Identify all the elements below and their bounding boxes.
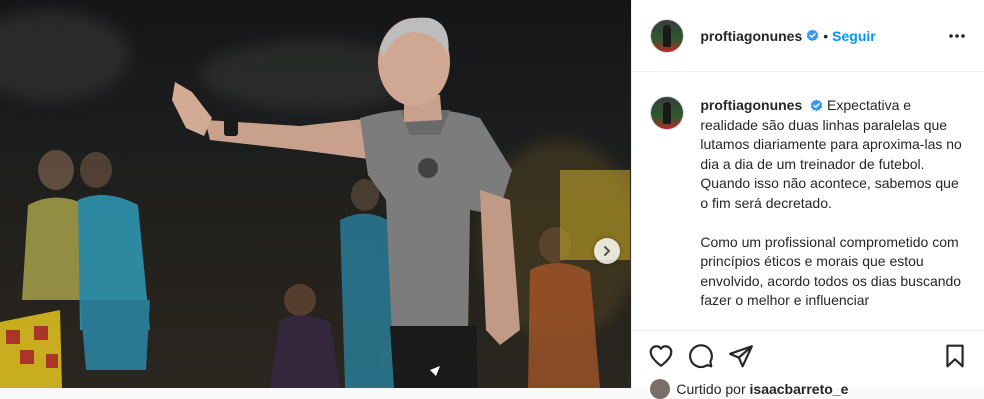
carousel-next-button[interactable] [594, 238, 620, 264]
caption-avatar[interactable] [650, 96, 685, 130]
caption-username-link[interactable]: proftiagonunes [700, 97, 802, 113]
verified-badge-icon [810, 99, 823, 112]
post-modal: proftiagonunes • Seguir proftiagonunes E… [0, 0, 984, 399]
username-link[interactable]: proftiagonunes [700, 28, 802, 44]
photo-scene [0, 17, 630, 388]
caption-paragraph: Como um profissional comprometido com pr… [700, 233, 962, 311]
post-header: proftiagonunes • Seguir [632, 0, 984, 72]
liked-by: Curtido por isaacbarreto_e [650, 379, 848, 399]
post-photo[interactable] [0, 0, 632, 388]
liker-avatar[interactable] [650, 379, 671, 399]
caption-area: proftiagonunes Expectativa e realidade s… [632, 72, 984, 330]
liker-username-link[interactable]: isaacbarreto_e [750, 381, 849, 397]
caption-text-1: Expectativa e realidade são duas linhas … [700, 97, 962, 211]
more-options-button[interactable] [946, 25, 968, 47]
post-side-panel: proftiagonunes • Seguir proftiagonunes E… [631, 0, 984, 399]
verified-badge-icon [806, 29, 819, 42]
caption-text-2: Como um profissional comprometido com pr… [700, 233, 962, 309]
liked-by-prefix: Curtido por [676, 381, 746, 397]
more-options-icon [949, 33, 965, 38]
heart-icon[interactable] [648, 343, 674, 369]
avatar[interactable] [650, 18, 685, 53]
action-bar: Curtido por isaacbarreto_e [632, 330, 984, 399]
separator-dot: • [823, 27, 829, 44]
chevron-right-icon [604, 246, 610, 256]
caption: proftiagonunes Expectativa e realidade s… [700, 96, 962, 330]
caption-paragraph: proftiagonunes Expectativa e realidade s… [700, 96, 962, 213]
bookmark-icon[interactable] [942, 343, 968, 369]
comment-icon[interactable] [688, 343, 714, 369]
follow-button[interactable]: Seguir [832, 28, 876, 44]
share-icon[interactable] [728, 343, 754, 369]
